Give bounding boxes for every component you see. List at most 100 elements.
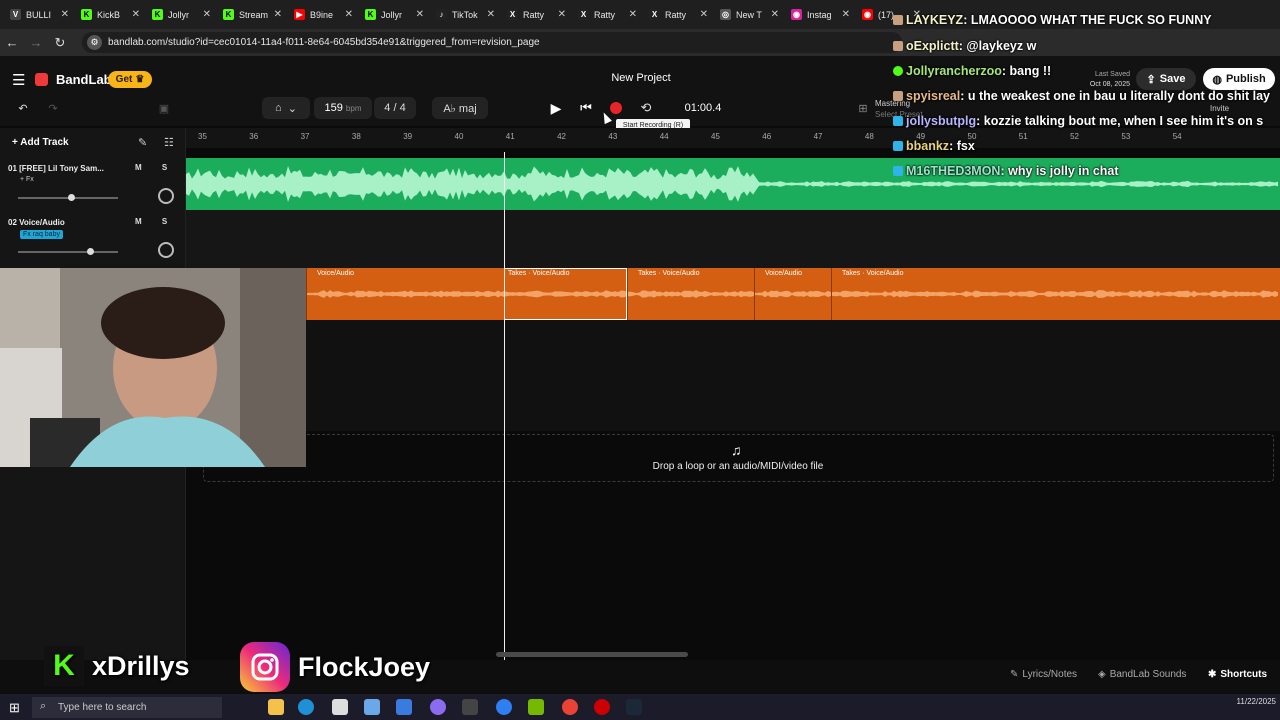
edge-icon[interactable] [298,699,314,715]
close-icon[interactable]: ✕ [274,9,282,20]
nvidia-icon[interactable] [528,699,544,715]
badge-icon [893,141,903,151]
add-fx-button[interactable]: + Fx [20,176,34,183]
redo-icon[interactable]: ↷ [42,97,64,119]
bandlab-logo[interactable]: BandLab [35,72,112,87]
app-icon[interactable] [396,699,412,715]
save-button[interactable]: ⇪ Save [1136,68,1196,90]
obs-icon[interactable] [594,699,610,715]
browser-tab[interactable]: K Jollyr ✕ [146,3,217,27]
browser-tab[interactable]: X Ratty ✕ [572,3,643,27]
close-icon[interactable]: ✕ [629,9,637,20]
mixer-icon[interactable]: ▣ [153,97,175,119]
windows-start-icon[interactable]: ⊞ [9,700,20,716]
browser-tab[interactable]: X Ratty ✕ [501,3,572,27]
instagram-logo-icon [240,642,290,692]
close-icon[interactable]: ✕ [61,9,69,20]
ruler-tick-label: 40 [454,132,464,141]
app-icon[interactable] [364,699,380,715]
chrome-icon[interactable] [562,699,578,715]
taskbar-search-input[interactable]: ⌕ Type here to search [32,697,222,718]
loop-icon[interactable]: ⟲ [635,97,657,119]
close-icon[interactable]: ✕ [842,9,850,20]
play-icon[interactable]: ▶ [545,97,567,119]
ruler-tick-label: 52 [1070,132,1079,141]
tab-favicon-icon: X [578,9,589,20]
file-explorer-icon[interactable] [268,699,284,715]
browser-tab[interactable]: ▶ B9ine ✕ [288,3,359,27]
browser-tab[interactable]: X Ratty ✕ [643,3,714,27]
ruler-tick-label: 47 [813,132,823,141]
menu-icon[interactable]: ☰ [12,71,25,89]
pen-tool-icon[interactable]: ✎ [138,136,147,149]
lyrics-notes-button[interactable]: ✎ Lyrics/Notes [1010,669,1077,680]
close-icon[interactable]: ✕ [416,9,424,20]
skip-back-icon[interactable]: ⏮ [575,97,597,119]
invite-button[interactable]: Invite [1210,104,1229,113]
volume-knob[interactable] [87,248,94,255]
fx-tag[interactable]: Fx raq baby [20,230,63,239]
pan-dial[interactable] [158,188,174,204]
time-signature-field[interactable]: 4 / 4 [374,97,416,119]
settings-sliders-icon[interactable]: ☷ [164,136,174,149]
close-icon[interactable]: ✕ [132,9,140,20]
shortcuts-button[interactable]: ✱ Shortcuts [1208,669,1267,680]
get-membership-button[interactable]: Get ♛ [108,71,152,88]
takes-clip[interactable]: Takes · Voice/Audio [831,268,1280,320]
url-input[interactable]: ⚙ bandlab.com/studio?id=cec01014-11a4-f0… [82,32,902,53]
mute-solo-buttons[interactable]: M S [135,163,176,172]
reload-icon[interactable]: ↻ [48,35,72,51]
globe-icon: ◍ [1212,73,1222,86]
pan-dial[interactable] [158,242,174,258]
app-icon[interactable] [430,699,446,715]
tab-favicon-icon: V [10,9,21,20]
voice-clip[interactable]: Voice/Audio [306,268,504,320]
ruler-tick-label: 46 [762,132,772,141]
last-saved-info: Last Saved Oct 08, 2025 [1089,71,1130,88]
volume-slider[interactable] [18,251,118,253]
tempo-field[interactable]: 159 bpm [314,97,372,119]
close-icon[interactable]: ✕ [345,9,353,20]
takes-clip[interactable]: Takes · Voice/Audio [627,268,754,320]
project-title[interactable]: New Project [540,72,742,84]
bandlab-sounds-button[interactable]: ◈ BandLab Sounds [1098,669,1186,680]
ruler-tick-label: 37 [300,132,310,141]
studio-bottom-bar [0,660,1280,694]
close-icon[interactable]: ✕ [203,9,211,20]
metronome-button[interactable]: ⌂ ⌄ [262,97,310,119]
browser-tab[interactable]: K Stream ✕ [217,3,288,27]
instagram-handle-overlay: FlockJoey [240,642,430,692]
horizontal-scrollbar[interactable] [496,652,688,657]
voice-clip[interactable]: Voice/Audio [754,268,831,320]
forward-icon[interactable]: → [24,35,48,50]
browser-tab[interactable]: ◎ New T ✕ [714,3,785,27]
playhead[interactable] [504,152,505,660]
timeline-ruler[interactable] [186,128,1280,148]
browser-tab[interactable]: V BULLI ✕ [4,3,75,27]
site-info-icon[interactable]: ⚙ [87,35,102,50]
close-icon[interactable]: ✕ [558,9,566,20]
app-icon[interactable] [496,699,512,715]
app-icon[interactable] [462,699,478,715]
mute-solo-buttons[interactable]: M S [135,217,176,226]
steam-icon[interactable] [626,699,642,715]
record-icon [610,102,622,114]
mastering-icon[interactable]: ⊞ [852,97,874,119]
publish-button[interactable]: ◍ Publish [1203,68,1275,90]
key-field[interactable]: A♭ maj [432,97,488,119]
close-icon[interactable]: ✕ [487,9,495,20]
selected-clip-outline[interactable] [504,268,627,320]
volume-knob[interactable] [68,194,75,201]
browser-tab[interactable]: ♪ TikTok ✕ [430,3,501,27]
browser-tab[interactable]: ◉ Instag ✕ [785,3,856,27]
track-header-2[interactable]: 02 Voice/Audio Fx raq baby M S [0,212,186,267]
calculator-icon[interactable] [332,699,348,715]
close-icon[interactable]: ✕ [700,9,708,20]
browser-tab[interactable]: K Jollyr ✕ [359,3,430,27]
track-header-1[interactable]: 01 [FREE] Lil Tony Sam... + Fx M S [0,158,186,213]
undo-icon[interactable]: ↶ [12,97,34,119]
close-icon[interactable]: ✕ [771,9,779,20]
browser-tab[interactable]: K KickB ✕ [75,3,146,27]
add-track-button[interactable]: + Add Track [12,137,69,148]
back-icon[interactable]: ← [0,35,24,50]
